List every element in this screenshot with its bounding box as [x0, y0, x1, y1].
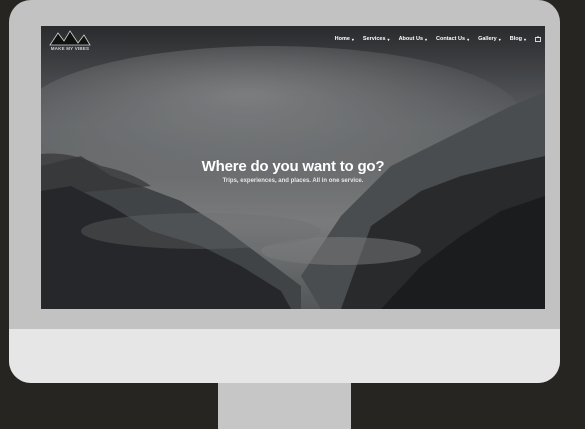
site-header: MAKE MY VIBES Home ▾ Services ▾ About Us…: [41, 26, 545, 56]
nav-item-blog[interactable]: Blog ▾: [510, 36, 526, 42]
nav-item-label: Home: [334, 36, 350, 42]
nav-item-home[interactable]: Home ▾: [335, 36, 354, 42]
main-navigation: Home ▾ Services ▾ About Us ▾ Contact Us …: [335, 36, 541, 42]
chevron-down-icon: ▾: [425, 36, 428, 42]
chevron-down-icon: ▾: [498, 36, 501, 42]
website-screen: MAKE MY VIBES Home ▾ Services ▾ About Us…: [41, 26, 545, 309]
brand-name: MAKE MY VIBES: [50, 46, 90, 51]
mountain-logo-icon: [49, 30, 91, 46]
chevron-down-icon: ▾: [467, 36, 470, 42]
hero-title: Where do you want to go?: [201, 158, 385, 175]
cart-icon[interactable]: [535, 36, 541, 42]
nav-item-label: About Us: [398, 36, 424, 42]
brand-logo[interactable]: MAKE MY VIBES: [46, 29, 94, 53]
nav-item-services[interactable]: Services ▾: [363, 36, 390, 42]
nav-item-contact-us[interactable]: Contact Us ▾: [436, 36, 469, 42]
nav-item-label: Blog: [509, 36, 522, 42]
nav-item-label: Services: [362, 36, 386, 42]
chevron-down-icon: ▾: [387, 36, 390, 42]
monitor-frame: MAKE MY VIBES Home ▾ Services ▾ About Us…: [9, 0, 560, 383]
nav-item-about-us[interactable]: About Us ▾: [399, 36, 427, 42]
chevron-down-icon: ▾: [351, 36, 354, 42]
nav-item-gallery[interactable]: Gallery ▾: [478, 36, 501, 42]
chevron-down-icon: ▾: [523, 36, 526, 42]
hero-subtitle: Trips, experiences, and places. All in o…: [222, 178, 364, 184]
monitor-stand: [218, 383, 351, 429]
monitor-chin: [9, 329, 560, 383]
nav-item-label: Contact Us: [436, 36, 466, 42]
nav-item-label: Gallery: [478, 36, 497, 42]
